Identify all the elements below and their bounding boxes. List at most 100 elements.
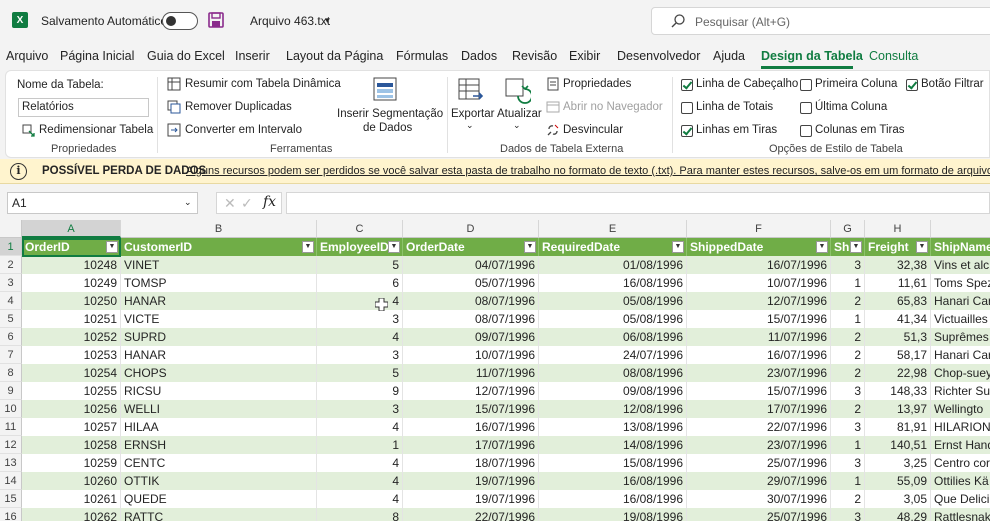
table-cell[interactable]: HILARION- bbox=[931, 418, 990, 436]
table-cell[interactable]: 10257 bbox=[22, 418, 121, 436]
table-cell[interactable]: 10260 bbox=[22, 472, 121, 490]
table-cell[interactable]: CHOPS bbox=[121, 364, 317, 382]
table-cell[interactable]: 16/08/1996 bbox=[539, 274, 687, 292]
table-cell[interactable]: 3 bbox=[831, 508, 865, 521]
table-cell[interactable]: 09/07/1996 bbox=[403, 328, 539, 346]
row-header[interactable]: 16 bbox=[0, 508, 22, 521]
last-column-checkbox[interactable] bbox=[800, 102, 812, 114]
table-cell[interactable]: Que Delici bbox=[931, 490, 990, 508]
table-cell[interactable]: RICSU bbox=[121, 382, 317, 400]
chevron-down-icon[interactable]: ⌄ bbox=[513, 120, 521, 131]
table-cell[interactable]: 12/07/1996 bbox=[687, 292, 831, 310]
table-cell[interactable]: 22/07/1996 bbox=[687, 418, 831, 436]
tab-formulas[interactable]: Fórmulas bbox=[396, 49, 448, 63]
table-cell[interactable]: 3 bbox=[831, 454, 865, 472]
filter-dropdown-icon[interactable]: ▼ bbox=[388, 241, 400, 253]
remove-duplicates-button[interactable]: Remover Duplicadas bbox=[185, 101, 292, 113]
unlink-button[interactable]: Desvincular bbox=[563, 124, 623, 136]
tab-exibir[interactable]: Exibir bbox=[569, 49, 600, 63]
table-cell[interactable]: 5 bbox=[317, 256, 403, 274]
row-header[interactable]: 10 bbox=[0, 400, 22, 418]
autosave-toggle[interactable] bbox=[162, 12, 198, 30]
table-cell[interactable]: HANAR bbox=[121, 346, 317, 364]
name-box[interactable]: A1 bbox=[7, 192, 198, 214]
convert-range-button[interactable]: Converter em Intervalo bbox=[185, 124, 302, 136]
table-cell[interactable]: 6 bbox=[317, 274, 403, 292]
table-cell[interactable]: Vins et alc bbox=[931, 256, 990, 274]
column-title[interactable]: ShippedDate bbox=[687, 238, 831, 256]
table-cell[interactable]: 16/07/1996 bbox=[687, 256, 831, 274]
table-cell[interactable]: 16/08/1996 bbox=[539, 490, 687, 508]
table-cell[interactable]: Richter Su bbox=[931, 382, 990, 400]
table-cell[interactable]: 3,25 bbox=[865, 454, 931, 472]
table-cell[interactable]: 2 bbox=[831, 328, 865, 346]
table-cell[interactable]: VINET bbox=[121, 256, 317, 274]
column-title[interactable]: ShipName bbox=[931, 238, 990, 256]
table-cell[interactable]: 11/07/1996 bbox=[403, 364, 539, 382]
table-cell[interactable]: 148,33 bbox=[865, 382, 931, 400]
select-all-corner[interactable] bbox=[0, 220, 22, 238]
table-cell[interactable]: 10254 bbox=[22, 364, 121, 382]
first-column-checkbox[interactable] bbox=[800, 79, 812, 91]
table-cell[interactable]: 1 bbox=[831, 472, 865, 490]
row-header[interactable]: 1 bbox=[0, 238, 22, 256]
tab-arquivo[interactable]: Arquivo bbox=[6, 49, 48, 63]
table-cell[interactable]: 10256 bbox=[22, 400, 121, 418]
column-header[interactable]: G bbox=[831, 220, 865, 238]
confirm-icon[interactable]: ✓ bbox=[241, 195, 253, 212]
table-cell[interactable]: 4 bbox=[317, 328, 403, 346]
table-cell[interactable]: 16/07/1996 bbox=[687, 346, 831, 364]
table-cell[interactable]: 48,29 bbox=[865, 508, 931, 521]
table-cell[interactable]: HILAA bbox=[121, 418, 317, 436]
row-header[interactable]: 3 bbox=[0, 274, 22, 292]
table-cell[interactable]: ERNSH bbox=[121, 436, 317, 454]
table-cell[interactable]: 23/07/1996 bbox=[687, 436, 831, 454]
column-header[interactable]: A bbox=[22, 220, 121, 238]
table-cell[interactable]: Ernst Hand bbox=[931, 436, 990, 454]
table-cell[interactable]: 04/07/1996 bbox=[403, 256, 539, 274]
table-cell[interactable]: 2 bbox=[831, 400, 865, 418]
tab-guia-excel[interactable]: Guia do Excel bbox=[147, 49, 225, 63]
table-cell[interactable]: 09/08/1996 bbox=[539, 382, 687, 400]
search-input[interactable]: Pesquisar (Alt+G) bbox=[695, 15, 790, 29]
table-cell[interactable]: 10253 bbox=[22, 346, 121, 364]
table-cell[interactable]: 23/07/1996 bbox=[687, 364, 831, 382]
refresh-button[interactable]: Atualizar bbox=[497, 108, 542, 120]
table-cell[interactable]: 4 bbox=[317, 472, 403, 490]
row-header[interactable]: 4 bbox=[0, 292, 22, 310]
table-cell[interactable]: 08/08/1996 bbox=[539, 364, 687, 382]
banded-rows-checkbox[interactable] bbox=[681, 125, 693, 137]
table-cell[interactable]: Rattlesnak bbox=[931, 508, 990, 521]
table-cell[interactable]: 29/07/1996 bbox=[687, 472, 831, 490]
filter-dropdown-icon[interactable]: ▼ bbox=[850, 241, 862, 253]
filter-dropdown-icon[interactable]: ▼ bbox=[524, 241, 536, 253]
total-row-checkbox[interactable] bbox=[681, 102, 693, 114]
table-cell[interactable]: TOMSP bbox=[121, 274, 317, 292]
table-cell[interactable]: Toms Spez bbox=[931, 274, 990, 292]
table-cell[interactable]: Hanari Car bbox=[931, 346, 990, 364]
table-cell[interactable]: 05/08/1996 bbox=[539, 292, 687, 310]
table-cell[interactable]: OTTIK bbox=[121, 472, 317, 490]
properties-button[interactable]: Propriedades bbox=[563, 78, 631, 90]
column-header[interactable]: H bbox=[865, 220, 931, 238]
table-cell[interactable]: 4 bbox=[317, 490, 403, 508]
table-cell[interactable]: 2 bbox=[831, 346, 865, 364]
table-cell[interactable]: RATTC bbox=[121, 508, 317, 521]
table-cell[interactable]: 4 bbox=[317, 292, 403, 310]
table-cell[interactable]: 17/07/1996 bbox=[687, 400, 831, 418]
table-cell[interactable]: 3 bbox=[317, 310, 403, 328]
table-cell[interactable]: 3 bbox=[831, 382, 865, 400]
table-cell[interactable]: 3 bbox=[317, 400, 403, 418]
table-cell[interactable]: 05/08/1996 bbox=[539, 310, 687, 328]
table-name-input[interactable]: Relatórios bbox=[18, 98, 149, 117]
table-cell[interactable]: 1 bbox=[831, 310, 865, 328]
table-cell[interactable]: 16/08/1996 bbox=[539, 472, 687, 490]
table-cell[interactable]: 17/07/1996 bbox=[403, 436, 539, 454]
table-cell[interactable]: Suprêmes bbox=[931, 328, 990, 346]
chevron-down-icon[interactable]: ⌄ bbox=[466, 120, 474, 131]
slicer-button-line1[interactable]: Inserir Segmentação bbox=[337, 108, 443, 120]
filter-dropdown-icon[interactable]: ▼ bbox=[302, 241, 314, 253]
table-cell[interactable]: 05/07/1996 bbox=[403, 274, 539, 292]
table-cell[interactable]: 13,97 bbox=[865, 400, 931, 418]
table-cell[interactable]: VICTE bbox=[121, 310, 317, 328]
